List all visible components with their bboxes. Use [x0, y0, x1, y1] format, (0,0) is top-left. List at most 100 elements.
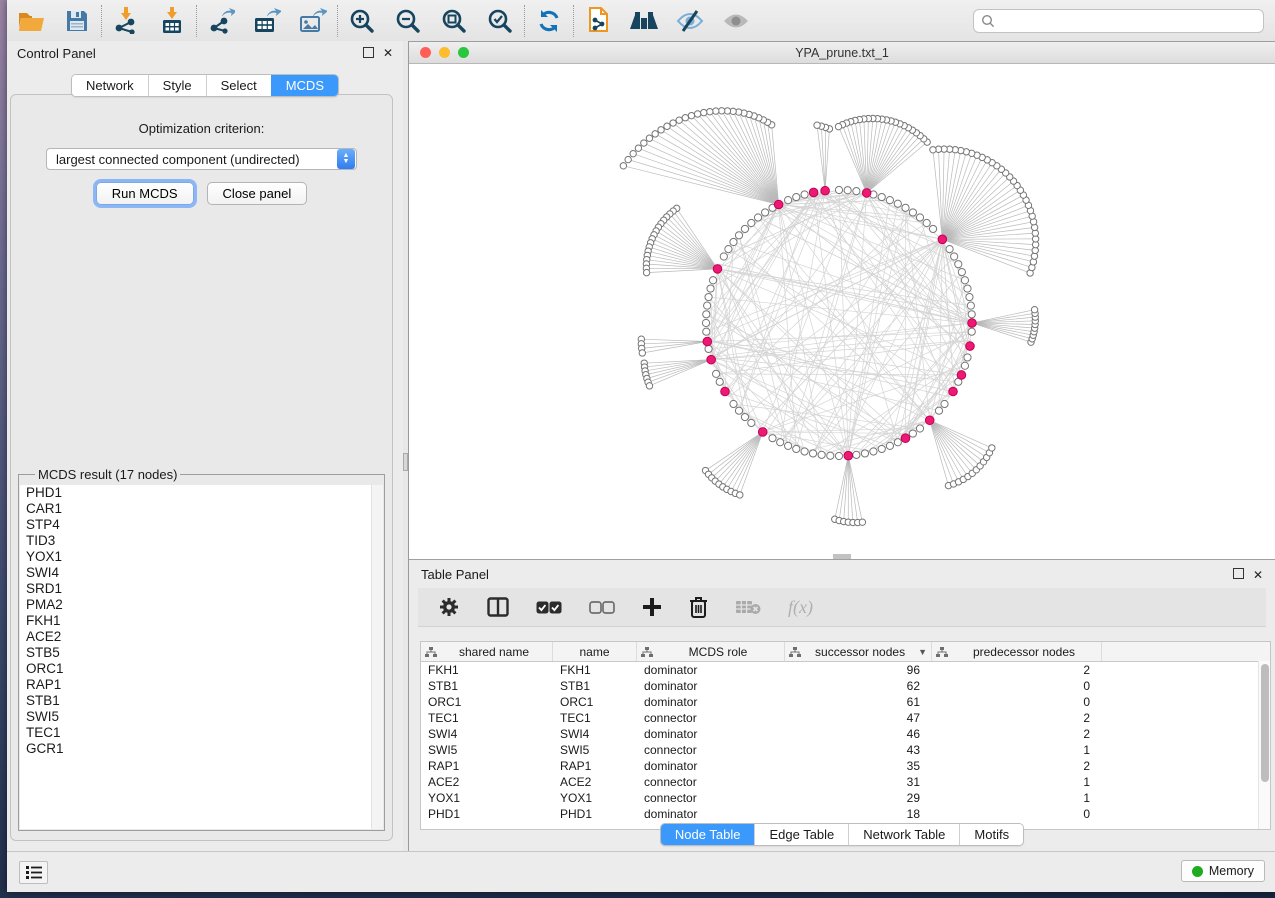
tab-motifs[interactable]: Motifs	[959, 824, 1023, 845]
delete-column-icon[interactable]	[689, 594, 708, 620]
mcds-result-item[interactable]: STB1	[20, 693, 383, 709]
run-mcds-button[interactable]: Run MCDS	[96, 182, 194, 205]
column-header-successor-nodes[interactable]: successor nodes▼	[785, 642, 932, 661]
mcds-result-item[interactable]: STP4	[20, 517, 383, 533]
table-row[interactable]: TEC1TEC1connector472	[421, 710, 1270, 726]
export-table-icon[interactable]	[252, 6, 282, 36]
cell-successor-nodes: 96	[785, 663, 932, 677]
zoom-in-icon[interactable]	[347, 6, 377, 36]
cell-name: ACE2	[553, 775, 637, 789]
tab-node-table[interactable]: Node Table	[661, 824, 755, 845]
zoom-selected-icon[interactable]	[485, 6, 515, 36]
mcds-result-item[interactable]: PHD1	[20, 485, 383, 501]
table-row[interactable]: RAP1RAP1dominator352	[421, 758, 1270, 774]
function-builder-icon[interactable]: f(x)	[788, 594, 813, 620]
tab-select[interactable]: Select	[206, 75, 271, 96]
dropdown-stepper-icon: ▲▼	[337, 149, 355, 169]
cell-predecessor-nodes: 0	[932, 679, 1102, 693]
open-folder-icon[interactable]	[16, 6, 46, 36]
table-settings-gear-icon[interactable]	[438, 594, 460, 620]
tab-mcds[interactable]: MCDS	[271, 75, 338, 96]
memory-button[interactable]: Memory	[1181, 860, 1265, 882]
close-table-panel-icon[interactable]: ✕	[1253, 569, 1263, 581]
export-image-icon[interactable]	[298, 6, 328, 36]
close-panel-icon[interactable]: ✕	[383, 47, 393, 59]
table-scrollbar[interactable]	[1258, 661, 1270, 829]
cell-MCDS-role: dominator	[637, 727, 785, 741]
table-row[interactable]: SWI4SWI4dominator462	[421, 726, 1270, 742]
split-columns-icon[interactable]	[487, 594, 509, 620]
mcds-result-item[interactable]: TEC1	[20, 725, 383, 741]
mcds-result-item[interactable]: SWI5	[20, 709, 383, 725]
control-panel-tabs: NetworkStyleSelectMCDS	[71, 74, 339, 97]
deselect-all-icon[interactable]	[589, 594, 615, 620]
cell-successor-nodes: 29	[785, 791, 932, 805]
add-column-icon[interactable]	[642, 594, 662, 620]
column-header-name[interactable]: name	[553, 642, 637, 661]
network-canvas[interactable]	[409, 64, 1275, 559]
search-input[interactable]	[973, 9, 1264, 33]
binoculars-icon[interactable]	[629, 6, 659, 36]
table-row[interactable]: STB1STB1dominator620	[421, 678, 1270, 694]
column-header-MCDS-role[interactable]: MCDS role	[637, 642, 785, 661]
memory-status-icon	[1192, 866, 1203, 877]
mcds-result-item[interactable]: ORC1	[20, 661, 383, 677]
mcds-result-item[interactable]: FKH1	[20, 613, 383, 629]
show-selected-eye-icon[interactable]	[721, 6, 751, 36]
sort-menu-icon[interactable]: ▼	[918, 647, 927, 657]
cell-predecessor-nodes: 1	[932, 743, 1102, 757]
control-panel: Control Panel ✕ NetworkStyleSelectMCDS O…	[7, 41, 403, 852]
import-network-icon[interactable]	[111, 6, 141, 36]
close-panel-button[interactable]: Close panel	[207, 182, 308, 205]
mcds-result-item[interactable]: SWI4	[20, 565, 383, 581]
column-header-predecessor-nodes[interactable]: predecessor nodes	[932, 642, 1102, 661]
mcds-result-item[interactable]: YOX1	[20, 549, 383, 565]
cell-predecessor-nodes: 0	[932, 807, 1102, 821]
mcds-result-item[interactable]: TID3	[20, 533, 383, 549]
splitter-grip[interactable]	[403, 453, 408, 471]
tab-style[interactable]: Style	[148, 75, 206, 96]
table-scrollbar-thumb[interactable]	[1261, 664, 1269, 782]
table-row[interactable]: ORC1ORC1dominator610	[421, 694, 1270, 710]
hide-selected-eye-icon[interactable]	[675, 6, 705, 36]
mcds-result-item[interactable]: GCR1	[20, 741, 383, 757]
mcds-result-item[interactable]: PMA2	[20, 597, 383, 613]
cell-predecessor-nodes: 2	[932, 663, 1102, 677]
mcds-result-group: MCDS result (17 nodes) PHD1CAR1STP4TID3Y…	[18, 467, 385, 831]
tab-network-table[interactable]: Network Table	[848, 824, 959, 845]
save-icon[interactable]	[62, 6, 92, 36]
table-row[interactable]: PHD1PHD1dominator180	[421, 806, 1270, 822]
zoom-out-icon[interactable]	[393, 6, 423, 36]
share-document-icon[interactable]	[583, 6, 613, 36]
select-all-icon[interactable]	[536, 594, 562, 620]
delete-table-icon[interactable]	[735, 594, 761, 620]
mcds-result-item[interactable]: STB5	[20, 645, 383, 661]
mcds-result-item[interactable]: CAR1	[20, 501, 383, 517]
list-menu-icon	[26, 866, 42, 879]
tab-edge-table[interactable]: Edge Table	[754, 824, 848, 845]
table-row[interactable]: FKH1FKH1dominator962	[421, 662, 1270, 678]
mcds-result-item[interactable]: RAP1	[20, 677, 383, 693]
float-table-panel-icon[interactable]	[1233, 568, 1244, 581]
zoom-fit-icon[interactable]	[439, 6, 469, 36]
import-table-icon[interactable]	[157, 6, 187, 36]
list-scrollbar[interactable]	[371, 485, 383, 829]
export-network-icon[interactable]	[206, 6, 236, 36]
refresh-icon[interactable]	[534, 6, 564, 36]
cell-MCDS-role: connector	[637, 791, 785, 805]
float-panel-icon[interactable]	[363, 47, 374, 60]
network-hscroll-thumb[interactable]	[833, 554, 851, 559]
table-row[interactable]: SWI5SWI5connector431	[421, 742, 1270, 758]
cell-name: STB1	[553, 679, 637, 693]
mcds-result-item[interactable]: ACE2	[20, 629, 383, 645]
column-header-shared-name[interactable]: shared name	[421, 642, 553, 661]
cell-successor-nodes: 18	[785, 807, 932, 821]
table-row[interactable]: ACE2ACE2connector311	[421, 774, 1270, 790]
tab-network[interactable]: Network	[72, 75, 148, 96]
mcds-result-list[interactable]: PHD1CAR1STP4TID3YOX1SWI4SRD1PMA2FKH1ACE2…	[20, 485, 383, 829]
status-menu-button[interactable]	[19, 861, 48, 884]
network-window-titlebar[interactable]: YPA_prune.txt_1	[409, 42, 1275, 64]
mcds-result-item[interactable]: SRD1	[20, 581, 383, 597]
optimization-criterion-dropdown[interactable]: largest connected component (undirected)…	[46, 148, 357, 170]
table-row[interactable]: YOX1YOX1connector291	[421, 790, 1270, 806]
